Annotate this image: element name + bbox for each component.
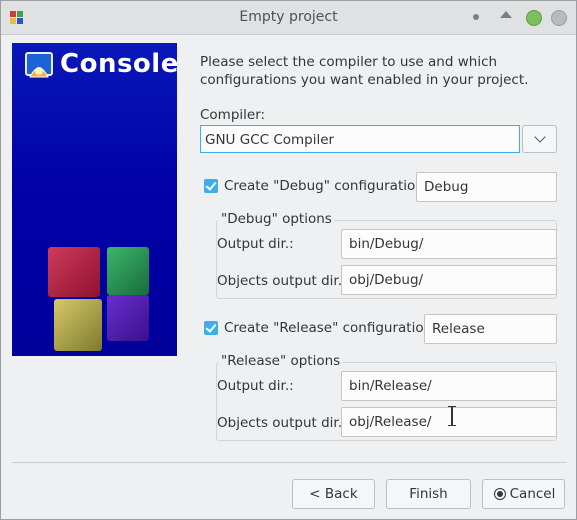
cube-green xyxy=(107,247,149,295)
release-checkbox-label[interactable]: Create "Release" configuration: xyxy=(224,320,437,336)
debug-name-value: Debug xyxy=(424,179,469,195)
text-cursor-icon xyxy=(448,405,456,427)
wizard-window: Empty project Console Please select the … xyxy=(0,0,577,520)
release-objects-value: obj/Release/ xyxy=(349,414,432,430)
back-button[interactable]: < Back xyxy=(292,479,375,509)
debug-checkbox[interactable] xyxy=(204,179,218,193)
compiler-select-value: GNU GCC Compiler xyxy=(205,132,335,148)
chevron-down-icon xyxy=(534,131,546,143)
debug-output-value: bin/Debug/ xyxy=(349,236,424,252)
cube-red xyxy=(48,247,100,297)
wizard-banner-image: Console xyxy=(12,43,177,356)
compiler-dropdown-button[interactable] xyxy=(522,125,557,153)
window-title: Empty project xyxy=(239,9,338,25)
finish-button[interactable]: Finish xyxy=(386,479,471,509)
debug-output-label: Output dir.: xyxy=(217,236,294,252)
cancel-button[interactable]: Cancel xyxy=(482,479,565,509)
console-logo-icon xyxy=(25,52,53,78)
close-button[interactable] xyxy=(551,10,567,26)
debug-objects-label: Objects output dir.: xyxy=(217,273,347,289)
maximize-button[interactable] xyxy=(526,10,542,26)
title-bar[interactable]: Empty project xyxy=(1,1,576,35)
debug-name-input[interactable]: Debug xyxy=(416,172,557,202)
cube-yellow xyxy=(54,299,102,351)
release-output-label: Output dir.: xyxy=(217,378,294,394)
checkmark-icon xyxy=(205,321,217,333)
debug-checkbox-label[interactable]: Create "Debug" configuration: xyxy=(224,178,428,194)
keep-below-icon[interactable] xyxy=(473,14,479,20)
cube-purple xyxy=(107,295,149,341)
release-output-value: bin/Release/ xyxy=(349,378,432,394)
finish-button-label: Finish xyxy=(409,486,448,502)
release-objects-label: Objects output dir.: xyxy=(217,415,347,431)
back-button-label: < Back xyxy=(309,486,358,502)
release-output-input[interactable]: bin/Release/ xyxy=(341,371,557,401)
release-name-value: Release xyxy=(432,321,485,337)
compiler-select[interactable]: GNU GCC Compiler xyxy=(200,125,520,153)
intro-text: Please select the compiler to use and wh… xyxy=(200,54,529,88)
debug-objects-input[interactable]: obj/Debug/ xyxy=(341,265,557,295)
cancel-icon xyxy=(494,488,506,500)
debug-objects-value: obj/Debug/ xyxy=(349,272,424,288)
debug-output-input[interactable]: bin/Debug/ xyxy=(341,229,557,259)
keep-above-icon[interactable] xyxy=(500,11,512,18)
banner-title: Console xyxy=(60,49,177,79)
release-checkbox[interactable] xyxy=(204,321,218,335)
checkmark-icon xyxy=(205,179,217,191)
release-options-title: "Release" options xyxy=(219,353,343,369)
debug-options-title: "Debug" options xyxy=(219,211,334,227)
cancel-button-label: Cancel xyxy=(509,486,556,502)
release-name-input[interactable]: Release xyxy=(424,314,557,344)
footer-separator xyxy=(12,462,567,463)
compiler-label: Compiler: xyxy=(200,107,266,123)
